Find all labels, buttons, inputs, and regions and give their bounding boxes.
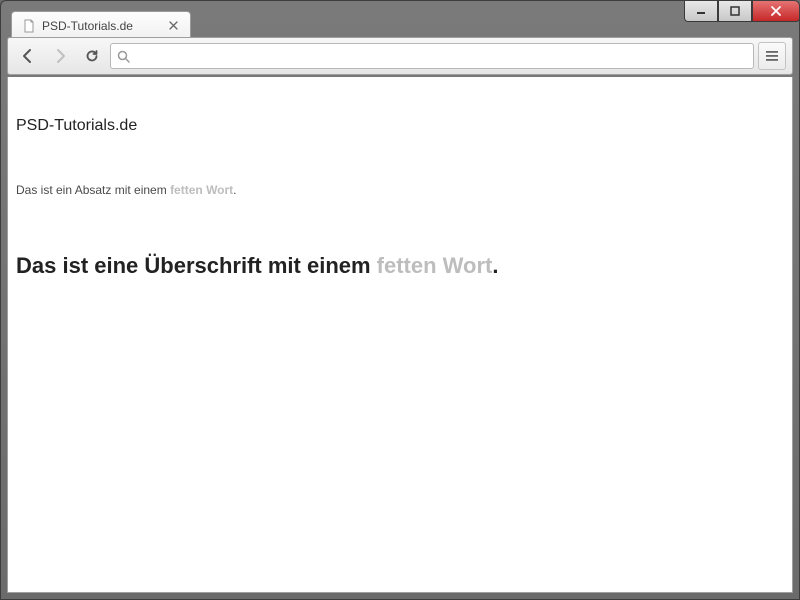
heading-text-before: Das ist eine Überschrift mit einem bbox=[16, 253, 377, 278]
page-icon bbox=[22, 19, 36, 33]
window-controls bbox=[684, 0, 800, 22]
search-icon bbox=[117, 50, 130, 63]
window-maximize-button[interactable] bbox=[718, 0, 752, 22]
address-input[interactable] bbox=[136, 49, 747, 64]
window-close-button[interactable] bbox=[752, 0, 800, 22]
tab-active[interactable]: PSD-Tutorials.de bbox=[11, 11, 191, 39]
heading-text-after: . bbox=[492, 253, 498, 278]
hamburger-icon bbox=[765, 50, 779, 62]
close-icon bbox=[169, 21, 178, 30]
arrow-right-icon bbox=[52, 48, 68, 64]
page-content: PSD-Tutorials.de Das ist ein Absatz mit … bbox=[8, 77, 792, 285]
reload-icon bbox=[84, 48, 100, 64]
window-titlebar[interactable]: PSD-Tutorials.de bbox=[1, 1, 799, 29]
menu-button[interactable] bbox=[758, 42, 786, 70]
tab-strip: PSD-Tutorials.de bbox=[11, 9, 191, 39]
heading: Das ist eine Überschrift mit einem fette… bbox=[16, 253, 784, 279]
window-minimize-button[interactable] bbox=[684, 0, 718, 22]
arrow-left-icon bbox=[20, 48, 36, 64]
close-icon bbox=[770, 5, 782, 17]
paragraph-text-after: . bbox=[233, 183, 236, 197]
page-viewport: PSD-Tutorials.de Das ist ein Absatz mit … bbox=[7, 77, 793, 593]
browser-toolbar bbox=[7, 37, 793, 75]
maximize-icon bbox=[730, 6, 740, 16]
paragraph-bold-word: fetten Wort bbox=[170, 183, 233, 197]
forward-button[interactable] bbox=[46, 42, 74, 70]
page-title: PSD-Tutorials.de bbox=[16, 117, 784, 135]
browser-window: PSD-Tutorials.de PSD-Tutorials.de bbox=[0, 0, 800, 600]
address-bar[interactable] bbox=[110, 43, 754, 69]
back-button[interactable] bbox=[14, 42, 42, 70]
minimize-icon bbox=[696, 6, 706, 16]
paragraph: Das ist ein Absatz mit einem fetten Wort… bbox=[16, 183, 784, 197]
heading-bold-word: fetten Wort bbox=[377, 253, 493, 278]
tab-title: PSD-Tutorials.de bbox=[42, 19, 160, 33]
paragraph-text-before: Das ist ein Absatz mit einem bbox=[16, 183, 170, 197]
reload-button[interactable] bbox=[78, 42, 106, 70]
tab-close-button[interactable] bbox=[166, 19, 180, 33]
